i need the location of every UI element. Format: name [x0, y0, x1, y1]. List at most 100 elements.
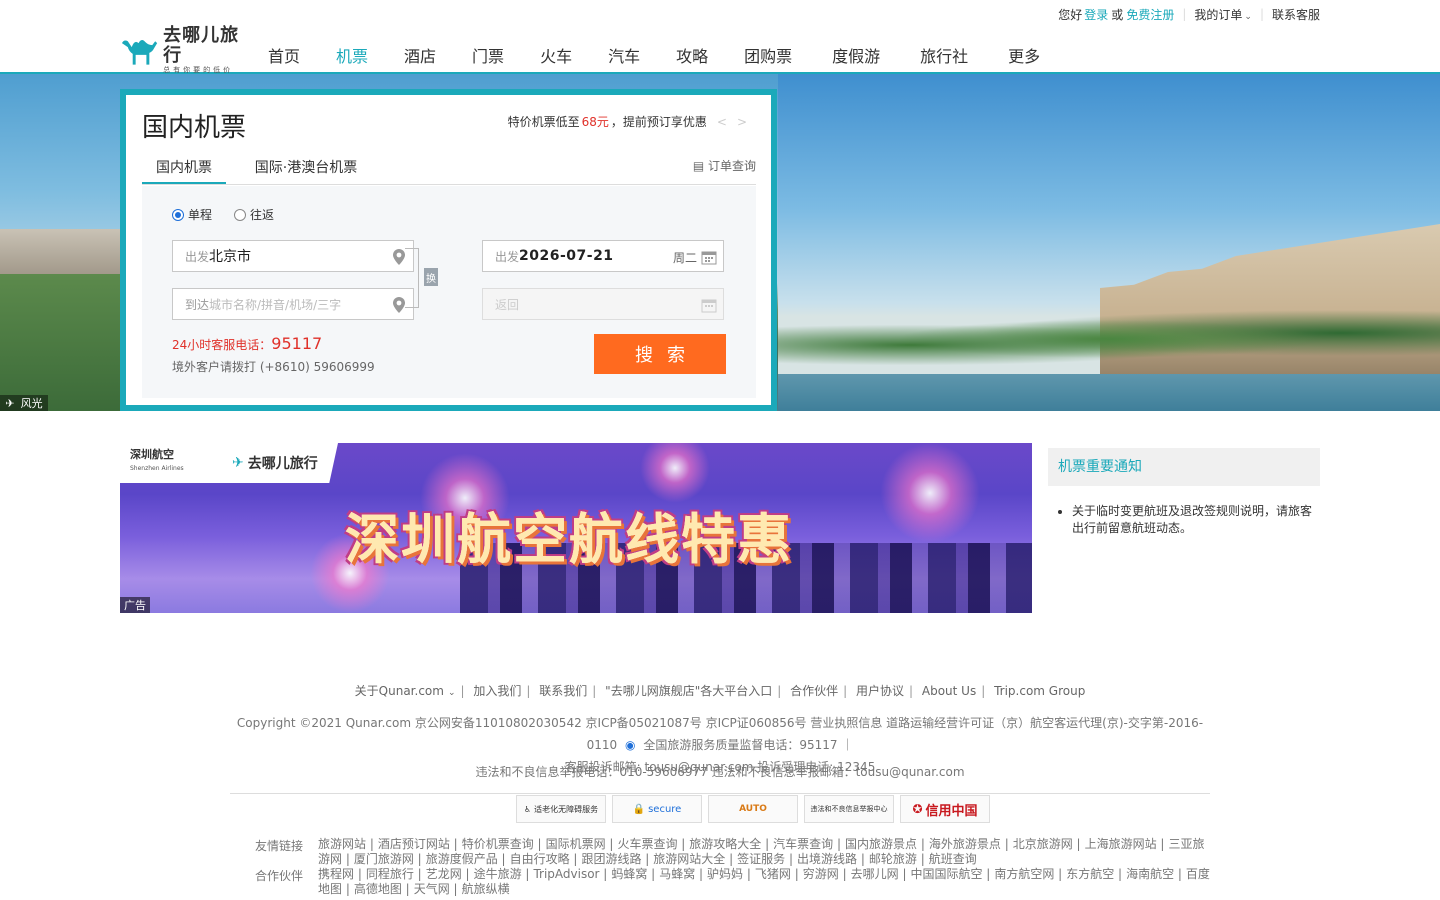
footer-contact[interactable]: 联系我们: [539, 684, 587, 698]
help-link[interactable]: 联系客服: [1272, 6, 1320, 23]
footer-link[interactable]: 驴妈妈 |: [707, 867, 751, 881]
nav-more[interactable]: 更多: [1008, 46, 1040, 68]
promo-text[interactable]: 特价机票低至 68元 ，提前预订享优惠 < >: [508, 113, 747, 130]
nav-guides[interactable]: 攻略: [676, 46, 708, 68]
arrival-placeholder: 城市名称/拼音/机场/三字: [209, 297, 342, 312]
footer-link[interactable]: 国际机票网 |: [546, 837, 614, 851]
order-query-link[interactable]: ▤ 订单查询: [693, 157, 756, 174]
chevron-left-icon[interactable]: <: [717, 115, 727, 129]
footer-about-us[interactable]: About Us: [922, 684, 976, 698]
footer-link[interactable]: 中国国际航空 |: [910, 867, 990, 881]
departure-date-field[interactable]: 出发 2026-07-21 周二: [482, 240, 724, 272]
return-date-field[interactable]: 返回: [482, 288, 724, 320]
search-button[interactable]: 搜索: [594, 334, 726, 374]
footer-link[interactable]: 出境游线路 |: [797, 852, 865, 866]
register-link[interactable]: 免费注册: [1126, 6, 1174, 23]
departure-date-value: 2026-07-21: [519, 248, 614, 264]
my-orders-menu[interactable]: 我的订单 ⌄: [1194, 6, 1252, 23]
nav-vacation[interactable]: 度假游: [832, 46, 880, 68]
footer-link[interactable]: 特价机票查询 |: [462, 837, 542, 851]
nav-agency[interactable]: 旅行社: [920, 46, 968, 68]
footer-partners[interactable]: 合作伙伴: [790, 684, 838, 698]
nav-hotels[interactable]: 酒店: [404, 46, 436, 68]
footer-link[interactable]: 携程网 |: [318, 867, 362, 881]
footer-link[interactable]: 旅游度假产品 |: [426, 852, 506, 866]
tab-international[interactable]: 国际·港澳台机票: [246, 149, 366, 184]
footer-link[interactable]: 厦门旅游网 |: [354, 852, 422, 866]
friend-links-title: 友情链接: [255, 839, 304, 853]
nav-bus[interactable]: 汽车: [608, 46, 640, 68]
return-label: 返回: [495, 297, 520, 312]
footer-link[interactable]: 签证服务 |: [737, 852, 793, 866]
credit-china-badge[interactable]: ✪ 信用中国: [900, 795, 990, 823]
accessibility-badge[interactable]: ♿ 适老化无障碍服务: [516, 795, 606, 823]
footer-link[interactable]: 海南航空 |: [1126, 867, 1182, 881]
footer-divider: [230, 793, 1210, 794]
emblem-icon: ✪: [912, 802, 923, 816]
nav-group-tickets[interactable]: 团购票: [744, 46, 792, 68]
footer-link[interactable]: 飞猪网 |: [755, 867, 799, 881]
footer-link[interactable]: 国内旅游景点 |: [845, 837, 925, 851]
footer-link[interactable]: 高德地图 |: [354, 882, 410, 896]
footer-link[interactable]: 航班查询: [929, 852, 977, 866]
chevron-right-icon[interactable]: >: [737, 115, 747, 129]
footer-about[interactable]: 关于Qunar.com: [355, 684, 444, 698]
footer-link[interactable]: 东方航空 |: [1066, 867, 1122, 881]
panel-title: 国内机票: [142, 113, 247, 143]
departure-city-field[interactable]: 出发 北京市: [172, 240, 414, 272]
footer-link[interactable]: 穷游网 |: [803, 867, 847, 881]
notice-box: 机票重要通知 关于临时变更航班及退改签规则说明，请旅客出行前留意航班动态。: [1048, 448, 1320, 536]
nav-home[interactable]: 首页: [268, 46, 300, 68]
footer-link[interactable]: 航旅纵横: [462, 882, 510, 896]
logo[interactable]: 去哪儿旅行 总有你要的低价: [120, 25, 256, 74]
hero-trees-right: [778, 309, 1440, 369]
secure-badge[interactable]: 🔒 secure: [612, 795, 702, 823]
footer-flagship[interactable]: "去哪儿网旗舰店"各大平台入口: [605, 684, 772, 698]
footer-link[interactable]: 途牛旅游 |: [474, 867, 530, 881]
location-pin-icon: [393, 249, 405, 265]
nav-tickets[interactable]: 门票: [472, 46, 504, 68]
footer-link[interactable]: 马蜂窝 |: [659, 867, 703, 881]
footer-link[interactable]: 北京旅游网 |: [1013, 837, 1081, 851]
footer-link[interactable]: 天气网 |: [414, 882, 458, 896]
divider: |: [1182, 7, 1187, 21]
footer-link[interactable]: 汽车票查询 |: [773, 837, 841, 851]
radio-oneway[interactable]: 单程: [172, 206, 212, 223]
footer-link[interactable]: 自由行攻略 |: [510, 852, 578, 866]
footer-link[interactable]: 海外旅游景点 |: [929, 837, 1009, 851]
footer-link[interactable]: 去哪儿网 |: [851, 867, 907, 881]
arrival-city-field[interactable]: 到达 城市名称/拼音/机场/三字: [172, 288, 414, 320]
footer-jobs[interactable]: 加入我们: [473, 684, 521, 698]
footer-link[interactable]: 南方航空网 |: [994, 867, 1062, 881]
footer-link[interactable]: 旅游攻略大全 |: [689, 837, 769, 851]
footer-link[interactable]: 同程旅行 |: [366, 867, 422, 881]
footer-link[interactable]: 蚂蜂窝 |: [611, 867, 655, 881]
camel-icon: ✈: [232, 455, 244, 471]
footer-link[interactable]: 酒店预订网站 |: [378, 837, 458, 851]
footer-link[interactable]: 火车票查询 |: [617, 837, 685, 851]
friend-links: 友情链接 旅游网站 | 酒店预订网站 | 特价机票查询 | 国际机票网 | 火车票查询 …: [255, 837, 1215, 867]
radio-roundtrip[interactable]: 往返: [234, 206, 274, 223]
arrival-label: 到达: [185, 297, 210, 312]
site-header: 去哪儿旅行 总有你要的低价 首页 机票 酒店 门票 火车 汽车 攻略 团购票 度…: [0, 25, 1440, 74]
footer-link[interactable]: 上海旅游网站 |: [1085, 837, 1165, 851]
footer-link[interactable]: 艺龙网 |: [426, 867, 470, 881]
swap-button[interactable]: 换: [424, 268, 438, 286]
footer-link[interactable]: TripAdvisor |: [533, 867, 607, 881]
nav-trains[interactable]: 火车: [540, 46, 572, 68]
report-center-badge[interactable]: 违法和不良信息举报中心: [804, 795, 894, 823]
photo-tag: ✈ 风光: [0, 395, 48, 411]
footer-link[interactable]: 邮轮旅游 |: [869, 852, 925, 866]
footer-link[interactable]: 跟团游线路 |: [581, 852, 649, 866]
notice-item[interactable]: 关于临时变更航班及退改签规则说明，请旅客出行前留意航班动态。: [1072, 502, 1320, 536]
tab-domestic[interactable]: 国内机票: [142, 149, 226, 184]
footer-link[interactable]: 旅游网站大全 |: [653, 852, 733, 866]
partner-links-title: 合作伙伴: [255, 869, 304, 883]
footer-link[interactable]: 旅游网站 |: [318, 837, 374, 851]
nav-flights[interactable]: 机票: [336, 46, 368, 68]
footer-agreement[interactable]: 用户协议: [856, 684, 904, 698]
promo-banner[interactable]: 深圳航空 Shenzhen Airlines ✈ 去哪儿旅行 深圳航空航线特惠 …: [120, 443, 1032, 613]
login-link[interactable]: 登录: [1084, 6, 1108, 23]
footer-trip-group[interactable]: Trip.com Group: [994, 684, 1085, 698]
auto-badge[interactable]: AUTO: [708, 795, 798, 823]
